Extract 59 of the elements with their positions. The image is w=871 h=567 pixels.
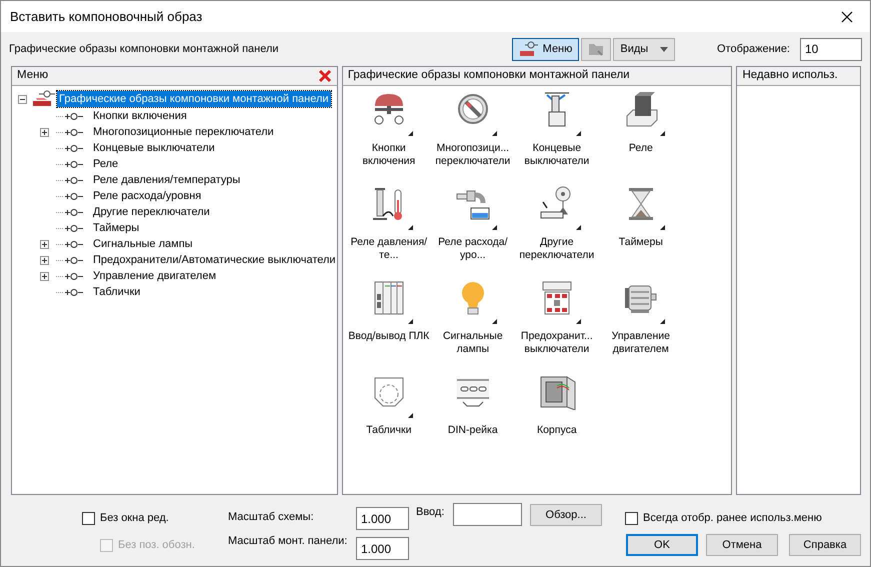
dialog-button[interactable]: OK bbox=[626, 534, 698, 556]
panel-header: Недавно использ. bbox=[742, 68, 838, 84]
tree-item[interactable]: Концевые выключатели bbox=[93, 140, 215, 156]
tree-item[interactable]: Сигнальные лампы bbox=[93, 236, 193, 252]
expand-icon[interactable] bbox=[40, 256, 49, 264]
delete-icon[interactable] bbox=[318, 69, 332, 83]
tree-item[interactable]: Предохранители/Автоматические выключатели bbox=[93, 252, 336, 268]
browse-button[interactable]: Обзор... bbox=[530, 504, 602, 526]
tree-item[interactable]: Многопозиционные переключатели bbox=[93, 124, 274, 140]
collapse-icon[interactable] bbox=[18, 94, 27, 104]
field-label: Ввод: bbox=[416, 505, 444, 520]
tree-item[interactable]: Таймеры bbox=[93, 220, 140, 236]
close-icon bbox=[841, 10, 853, 22]
input-field[interactable] bbox=[453, 503, 522, 526]
tree-item[interactable]: Реле расхода/уровня bbox=[93, 188, 202, 204]
icon-tile[interactable]: Таймеры bbox=[598, 186, 683, 280]
checkbox[interactable]: Всегда отобр. ранее использ.меню bbox=[625, 510, 822, 526]
expand-icon[interactable] bbox=[40, 272, 49, 280]
menu-button[interactable]: Меню bbox=[512, 38, 580, 60]
checkbox[interactable]: Без окна ред. bbox=[82, 510, 169, 526]
icon-tile[interactable]: Корпуса bbox=[514, 374, 599, 468]
panel-header: Меню bbox=[17, 68, 48, 84]
icon-tile[interactable]: Таблички bbox=[346, 374, 431, 468]
display-field[interactable]: 10 bbox=[800, 38, 862, 60]
icon-tile[interactable]: DIN-рейка bbox=[430, 374, 515, 468]
field-label: Масштаб монт. панели: bbox=[228, 534, 348, 549]
caret-icon bbox=[660, 46, 668, 52]
tree-item[interactable]: Реле bbox=[93, 156, 118, 172]
scale-field[interactable]: 1.000 bbox=[356, 537, 409, 560]
dialog-button[interactable]: Справка bbox=[789, 534, 861, 556]
icon-tile[interactable]: Сигнальные лампы bbox=[430, 280, 515, 374]
icon-tile[interactable]: Кнопки включения bbox=[346, 92, 431, 186]
switch-icon bbox=[518, 41, 539, 57]
icon-tile[interactable]: Управление двигателем bbox=[598, 280, 683, 374]
tree-item[interactable]: Кнопки включения bbox=[93, 108, 187, 124]
icon-tile[interactable]: Реле давления/те... bbox=[346, 186, 431, 280]
tree-item[interactable]: Графические образы компоновки монтажной панели bbox=[57, 90, 331, 108]
tree-item[interactable]: Другие переключатели bbox=[93, 204, 210, 220]
dialog-button[interactable]: Отмена bbox=[706, 534, 778, 556]
tree-item[interactable]: Реле давления/температуры bbox=[93, 172, 240, 188]
toolbar-caption: Графические образы компоновки монтажной панели bbox=[9, 42, 279, 57]
icon-tile[interactable]: Многопозици... переключатели bbox=[430, 92, 515, 186]
panel-header: Графические образы компоновки монтажной панели bbox=[348, 68, 630, 84]
scale-field[interactable]: 1.000 bbox=[356, 507, 409, 530]
expand-icon[interactable] bbox=[40, 128, 49, 136]
icon-tile[interactable]: Концевые выключатели bbox=[514, 92, 599, 186]
icon-tile[interactable]: Реле bbox=[598, 92, 683, 186]
tree-item[interactable]: Таблички bbox=[93, 284, 140, 300]
icon-tile[interactable]: Другие переключатели bbox=[514, 186, 599, 280]
folder-icon bbox=[588, 41, 604, 57]
display-label: Отображение: bbox=[717, 42, 790, 57]
icon-tile[interactable]: Предохранит... выключатели bbox=[514, 280, 599, 374]
field-label: Масштаб схемы: bbox=[228, 510, 314, 525]
icon-tile[interactable]: Реле расхода/уро... bbox=[430, 186, 515, 280]
expand-icon[interactable] bbox=[40, 240, 49, 248]
icon-tile[interactable]: Ввод/вывод ПЛК bbox=[346, 280, 431, 374]
views-dropdown[interactable]: Виды bbox=[613, 38, 675, 60]
tree-item[interactable]: Управление двигателем bbox=[93, 268, 216, 284]
window-title: Вставить компоновочный образ bbox=[10, 8, 202, 26]
